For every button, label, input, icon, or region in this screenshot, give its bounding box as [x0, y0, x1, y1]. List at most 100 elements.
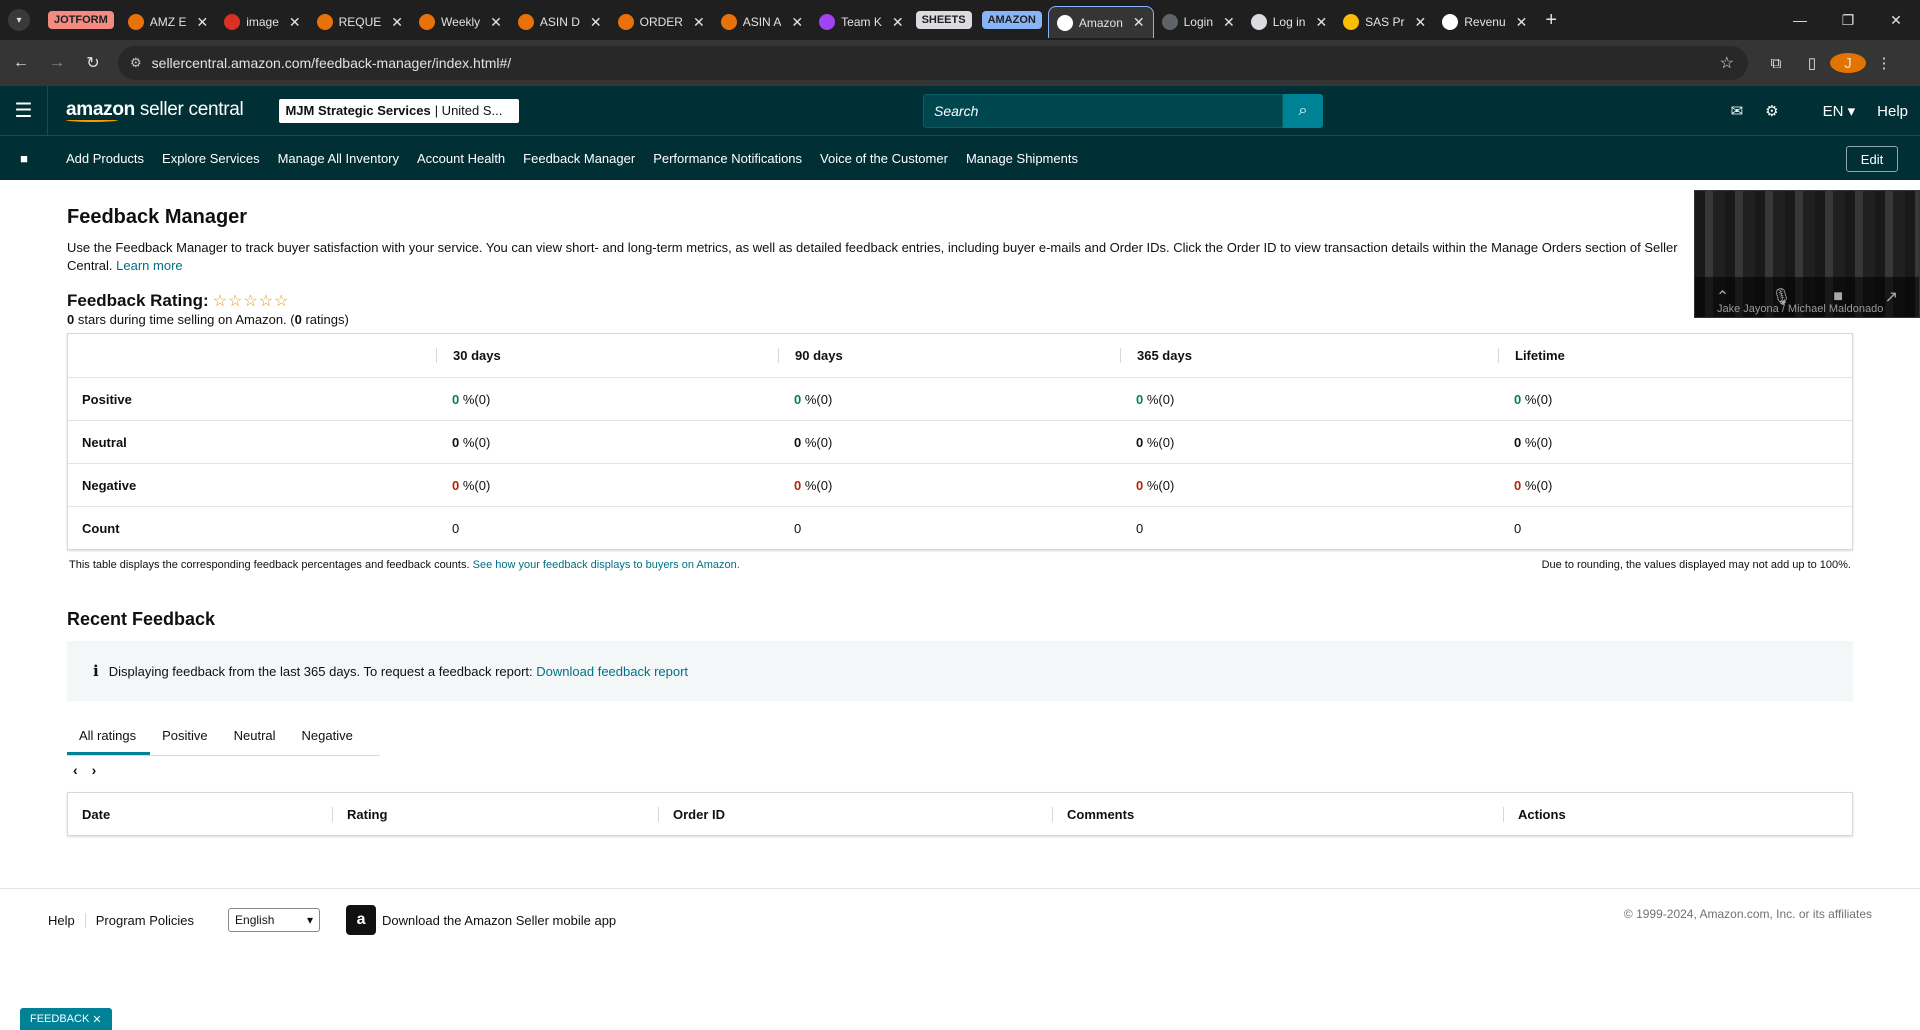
download-report-link[interactable]: Download feedback report	[536, 664, 688, 679]
mail-icon[interactable]: ✉	[1731, 102, 1744, 120]
browser-tab[interactable]: SAS Pr ✕	[1335, 6, 1434, 38]
extensions-icon[interactable]: ⧉	[1758, 55, 1794, 72]
chevron-left-icon[interactable]: ‹	[73, 762, 78, 778]
browser-tab[interactable]: Login ✕	[1154, 6, 1243, 38]
nav-performance-notifications[interactable]: Performance Notifications	[653, 151, 802, 166]
close-tab-icon[interactable]: ✕	[391, 14, 403, 31]
browser-tab[interactable]: REQUE ✕	[309, 6, 411, 38]
settings-gear-icon[interactable]: ⚙	[1765, 102, 1778, 120]
forward-icon[interactable]: →	[42, 48, 72, 78]
feedback-pill-button[interactable]: FEEDBACK ✕	[20, 1008, 112, 1030]
browser-tab[interactable]: Revenu ✕	[1434, 6, 1535, 38]
footer-help-link[interactable]: Help	[48, 912, 86, 928]
new-tab-icon[interactable]: +	[1545, 9, 1557, 32]
browser-tab[interactable]: ASIN D ✕	[510, 6, 610, 38]
rating-filter-tabs: All ratings Positive Neutral Negative	[67, 717, 380, 756]
metric-count: %(0)	[459, 391, 491, 407]
nav-manage-inventory[interactable]: Manage All Inventory	[278, 151, 399, 166]
close-tab-icon[interactable]: ✕	[693, 14, 705, 31]
row-label: Positive	[82, 391, 132, 407]
close-tab-icon[interactable]: ✕	[590, 14, 602, 31]
minimize-icon[interactable]: —	[1776, 0, 1824, 40]
nav-manage-shipments[interactable]: Manage Shipments	[966, 151, 1078, 166]
tab-group-chip[interactable]: JOTFORM	[48, 11, 114, 29]
site-info-icon[interactable]: ⚙	[130, 55, 142, 71]
nav-add-products[interactable]: Add Products	[66, 151, 144, 166]
close-tab-icon[interactable]: ✕	[791, 14, 803, 31]
browser-tab[interactable]: Weekly ✕	[411, 6, 510, 38]
tab-all-ratings[interactable]: All ratings	[67, 728, 151, 755]
close-tab-icon[interactable]: ✕	[1223, 14, 1235, 31]
learn-more-link[interactable]: Learn more	[116, 258, 182, 273]
tab-neutral[interactable]: Neutral	[222, 728, 290, 755]
browser-tab[interactable]: Log in ✕	[1243, 6, 1335, 38]
browser-tab[interactable]: Team K ✕	[811, 6, 911, 38]
mobile-app-link[interactable]: Download the Amazon Seller mobile app	[382, 913, 616, 928]
tab-search-icon[interactable]: ▾	[8, 9, 30, 31]
account-switcher[interactable]: MJM Strategic Services | United S...	[279, 98, 520, 123]
screen-share-icon[interactable]: ↗	[1885, 287, 1898, 307]
account-region: | United S...	[434, 103, 503, 118]
close-tab-icon[interactable]: ✕	[1315, 14, 1327, 31]
nav-feedback-manager[interactable]: Feedback Manager	[523, 151, 635, 166]
profile-avatar[interactable]: J	[1830, 53, 1866, 73]
chevron-right-icon[interactable]: ›	[92, 762, 97, 778]
metric-cell: 0 %(0)	[778, 478, 1120, 493]
language-selector[interactable]: EN ▾	[1801, 102, 1856, 120]
browser-tab[interactable]: ORDER ✕	[610, 6, 713, 38]
side-panel-icon[interactable]: ▯	[1794, 54, 1830, 72]
seller-central-logo[interactable]: amazon seller central	[66, 99, 244, 122]
tab-group-chip[interactable]: SHEETS	[915, 11, 972, 29]
tab-title: REQUE	[338, 15, 382, 29]
close-icon[interactable]: ✕	[92, 1013, 101, 1026]
header-rating[interactable]: Rating	[332, 806, 658, 822]
close-tab-icon[interactable]: ✕	[289, 14, 301, 31]
search-input[interactable]: Search	[923, 94, 1283, 128]
help-link[interactable]: Help	[1877, 103, 1908, 120]
footer-policies-link[interactable]: Program Policies	[96, 913, 204, 928]
close-tab-icon[interactable]: ✕	[1133, 14, 1145, 31]
bookmark-star-icon[interactable]: ☆	[1720, 53, 1734, 73]
edit-nav-button[interactable]: Edit	[1846, 146, 1898, 172]
video-call-overlay[interactable]: ⌃ 🎙 ■ ↗ Jake Jayona / Michael Maldonado	[1694, 190, 1920, 318]
browser-tab[interactable]: AMZ E ✕	[120, 6, 216, 38]
buyer-display-link[interactable]: See how your feedback displays to buyers…	[473, 559, 740, 571]
close-tab-icon[interactable]: ✕	[1415, 14, 1427, 31]
chrome-menu-icon[interactable]: ⋮	[1866, 54, 1902, 72]
header-actions: Actions	[1503, 806, 1852, 822]
hamburger-menu-icon[interactable]: ☰	[0, 85, 48, 136]
close-window-icon[interactable]: ✕	[1872, 0, 1920, 40]
row-label: Count	[82, 520, 120, 536]
back-icon[interactable]: ←	[6, 48, 36, 78]
account-name: MJM Strategic Services	[285, 103, 431, 118]
search-icon[interactable]: ⌕	[1283, 94, 1323, 128]
bookmark-icon[interactable]: ■	[0, 151, 48, 166]
browser-tab[interactable]: image ✕	[216, 6, 308, 38]
close-tab-icon[interactable]: ✕	[490, 14, 502, 31]
browser-tab[interactable]: Amazon ✕	[1047, 6, 1154, 38]
footer-language-select[interactable]: English ▾	[228, 908, 321, 932]
recent-feedback-title: Recent Feedback	[67, 609, 216, 629]
restore-icon[interactable]: ❐	[1824, 0, 1872, 40]
url-input[interactable]: ⚙ sellercentral.amazon.com/feedback-mana…	[118, 46, 1748, 80]
pagination: ‹ ›	[67, 762, 1853, 778]
nav-account-health[interactable]: Account Health	[417, 151, 505, 166]
tab-title: Login	[1183, 15, 1213, 29]
browser-tab[interactable]: ASIN A ✕	[713, 6, 811, 38]
nav-explore-services[interactable]: Explore Services	[162, 151, 260, 166]
nav-voice-of-customer[interactable]: Voice of the Customer	[820, 151, 948, 166]
reload-icon[interactable]: ↻	[78, 48, 108, 78]
tab-favicon-icon	[127, 14, 144, 30]
close-tab-icon[interactable]: ✕	[1516, 14, 1528, 31]
tab-list: JOTFORM AMZ E ✕ image ✕ REQUE ✕ Weekly ✕ ASIN D ✕ O…	[44, 0, 1535, 40]
header-order-id[interactable]: Order ID	[658, 806, 1052, 822]
tab-negative[interactable]: Negative	[290, 728, 367, 755]
tab-positive[interactable]: Positive	[150, 728, 222, 755]
close-tab-icon[interactable]: ✕	[892, 14, 904, 31]
tab-group-chip[interactable]: AMAZON	[981, 11, 1042, 29]
metrics-note-left: This table displays the corresponding fe…	[69, 559, 740, 571]
header-date[interactable]: Date	[68, 807, 332, 822]
feedback-rating-heading: Feedback Rating: ☆☆☆☆☆	[67, 291, 290, 310]
metric-value: 0	[452, 520, 460, 536]
close-tab-icon[interactable]: ✕	[196, 14, 208, 31]
